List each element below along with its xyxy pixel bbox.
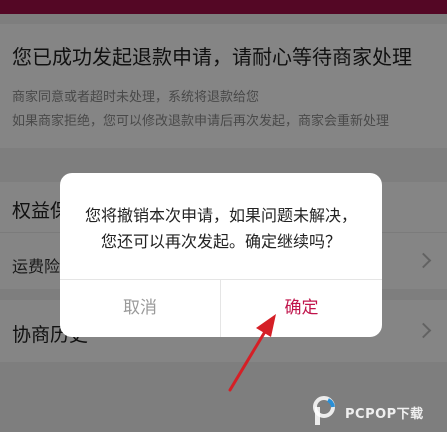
- dialog-message: 您将撤销本次申请，如果问题未解决， 您还可以再次发起。确定继续吗？: [60, 203, 382, 255]
- dialog-message-line-1: 您将撤销本次申请，如果问题未解决，: [84, 206, 357, 225]
- confirm-button[interactable]: 确定: [221, 280, 382, 337]
- confirm-dialog: 您将撤销本次申请，如果问题未解决， 您还可以再次发起。确定继续吗？ 取消 确定: [60, 173, 382, 337]
- pcpop-watermark: PCPOP下载: [312, 394, 447, 430]
- watermark-text: PCPOP下载: [345, 407, 424, 422]
- pcpop-logo-icon: [313, 396, 335, 425]
- dialog-message-line-2: 您还可以再次发起。确定继续吗？: [100, 232, 341, 251]
- cancel-button[interactable]: 取消: [60, 280, 220, 337]
